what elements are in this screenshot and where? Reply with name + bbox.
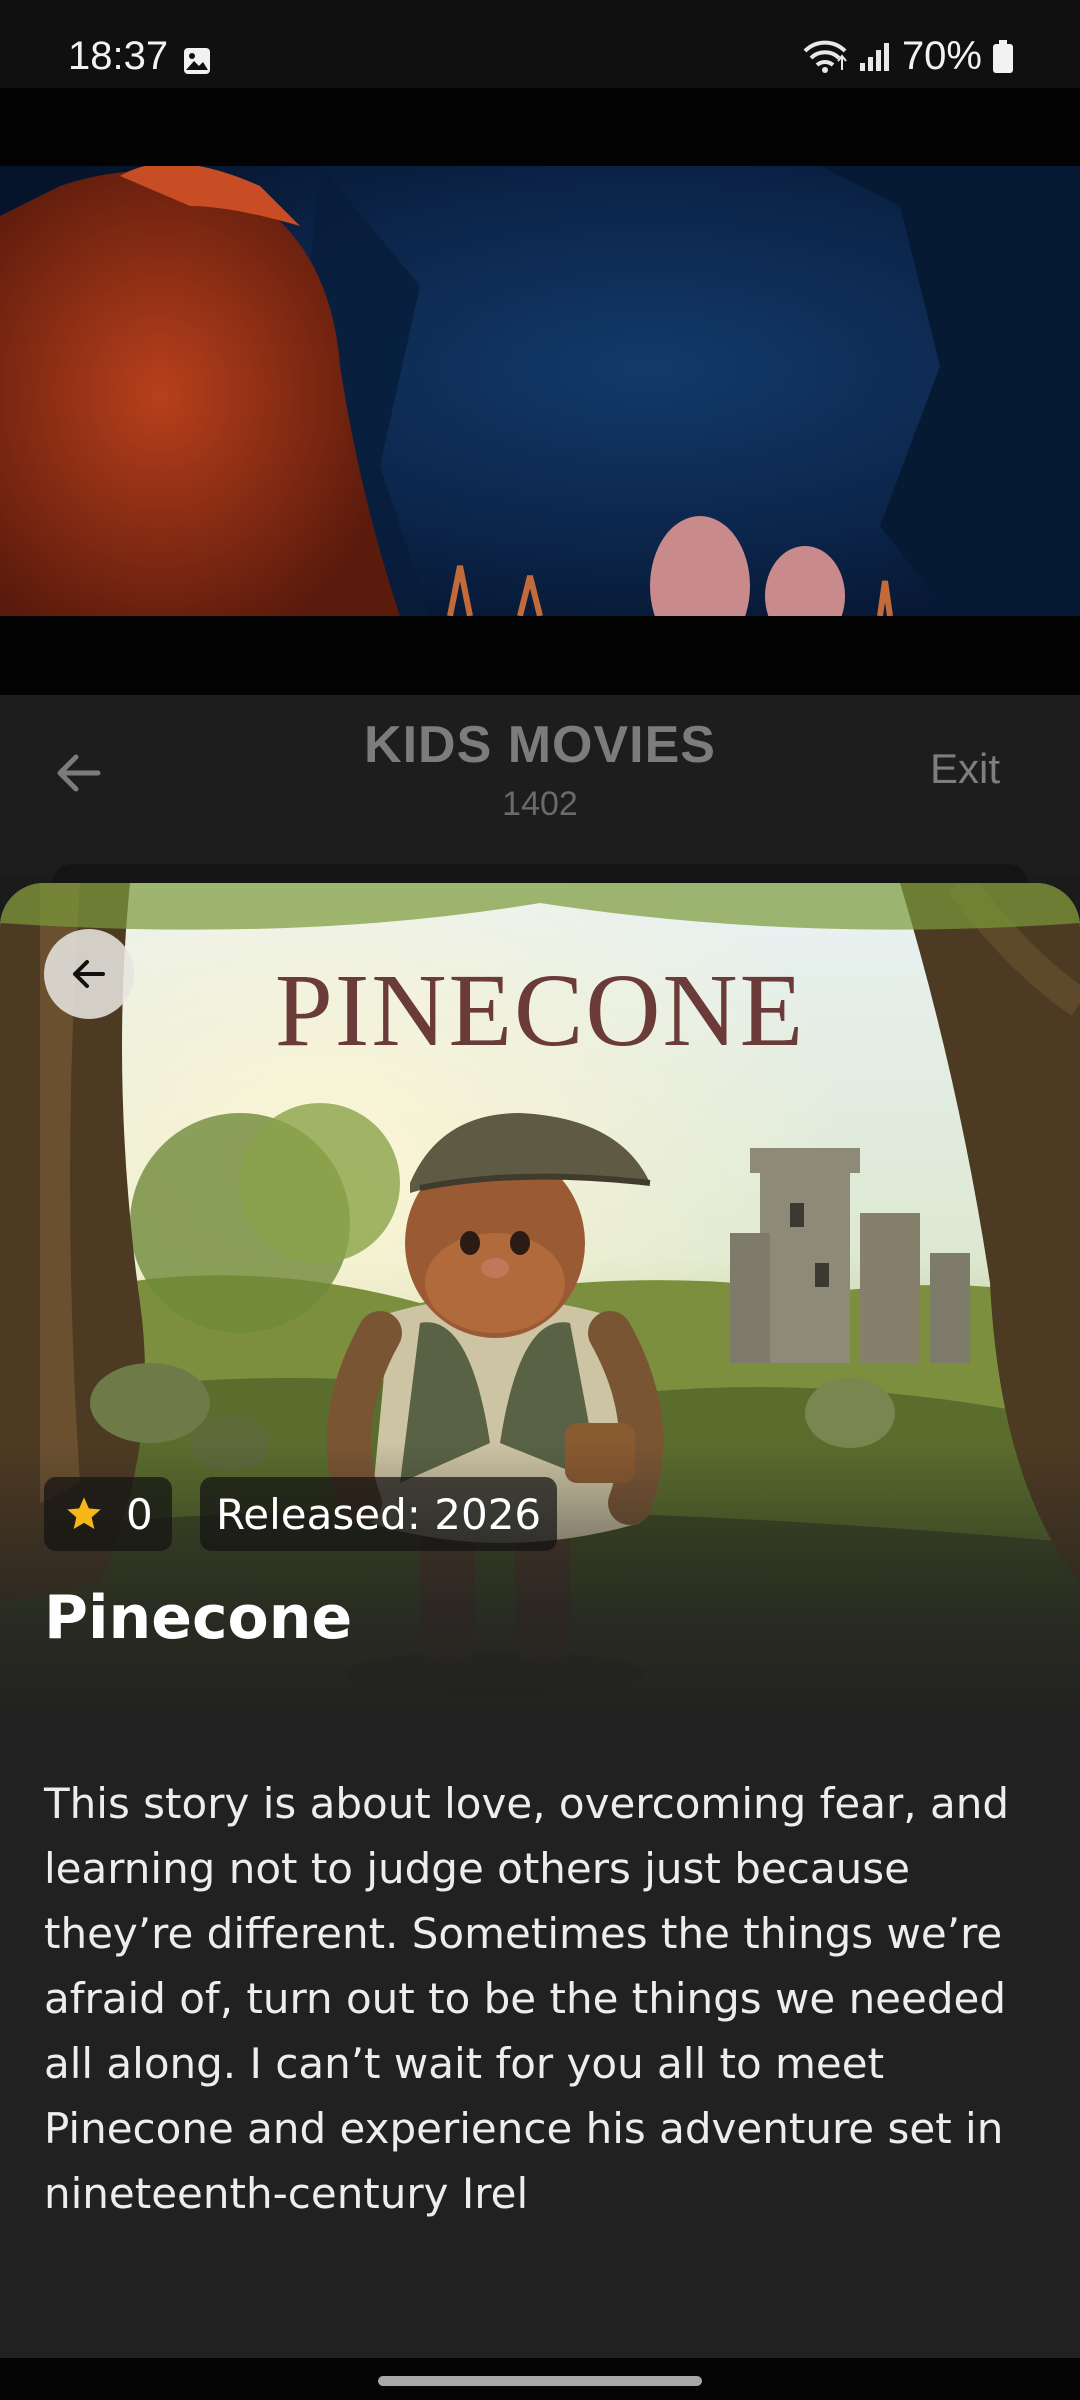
signal-icon xyxy=(859,42,889,71)
category-title: KIDS MOVIES xyxy=(364,716,716,774)
rating-value: 0 xyxy=(126,1489,153,1539)
exit-button[interactable]: Exit xyxy=(930,745,1000,793)
video-player[interactable] xyxy=(0,88,1080,695)
release-badge: Released: 2026 xyxy=(200,1477,558,1551)
category-count: 1402 xyxy=(502,785,578,823)
home-gesture-handle[interactable] xyxy=(378,2376,702,2386)
star-icon xyxy=(67,1497,101,1529)
movie-description: This story is about love, overcoming fea… xyxy=(44,1779,1009,2218)
system-navigation-bar xyxy=(0,2358,1080,2400)
video-frame[interactable] xyxy=(0,166,1080,616)
wifi-icon xyxy=(803,40,847,73)
status-indicators: 70% xyxy=(802,34,1014,79)
poster-back-button[interactable] xyxy=(44,929,134,1019)
release-date: Released: 2026 xyxy=(216,1489,542,1539)
status-bar: 18:37 70% xyxy=(0,0,1080,88)
battery-icon xyxy=(993,39,1013,73)
poster-title-art: PINECONE xyxy=(274,953,806,1068)
movie-detail-sheet: PINECONE 0 Released: 2026 Pinecone This … xyxy=(0,883,1080,2400)
movie-title: Pinecone xyxy=(44,1583,353,1653)
back-arrow-icon xyxy=(73,960,105,988)
image-notification-icon xyxy=(184,48,210,74)
status-time: 18:37 xyxy=(68,34,169,78)
rating-badge: 0 xyxy=(44,1477,172,1551)
battery-percentage: 70% xyxy=(901,34,982,78)
category-header: KIDS MOVIES 1402 Exit xyxy=(0,695,1080,875)
